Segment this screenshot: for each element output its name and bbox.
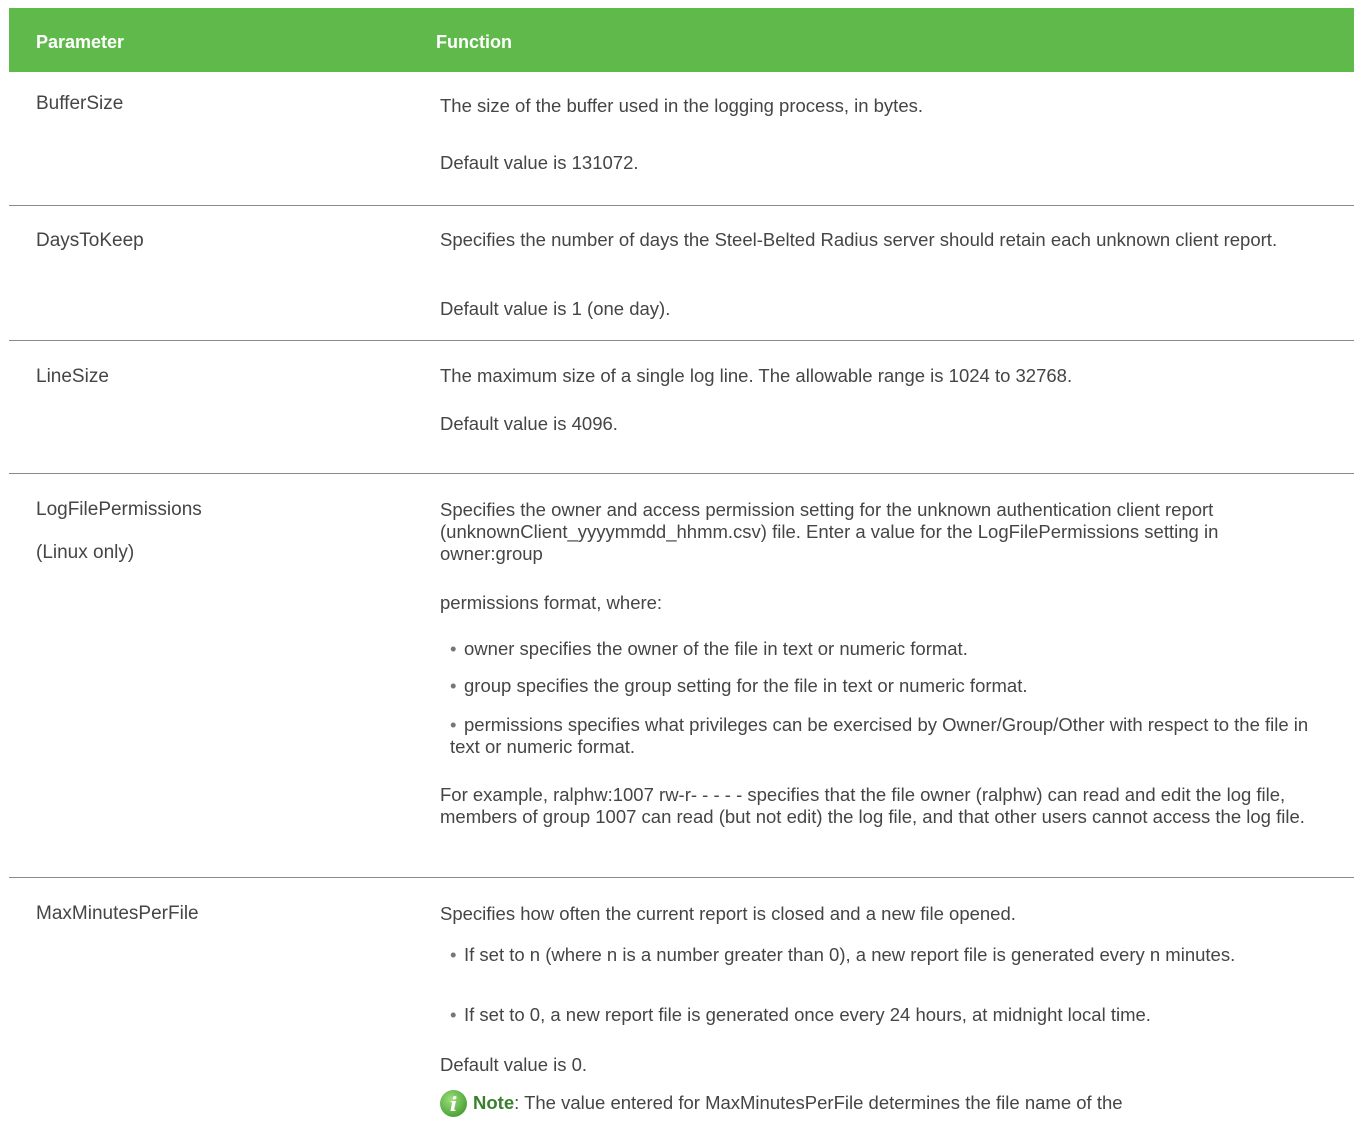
function-text: For example, ralphw:1007 rw-r- - - - - s… bbox=[440, 784, 1305, 827]
function-text: The size of the buffer used in the loggi… bbox=[440, 95, 924, 116]
list-item: • group specifies the group setting for t… bbox=[450, 675, 1028, 696]
bullet-icon: • bbox=[450, 714, 457, 735]
note: i Note: The value entered for MaxMinutesP… bbox=[440, 1090, 1318, 1117]
parameter-name: MaxMinutesPerFile bbox=[36, 903, 199, 924]
function-default: Default value is 4096. bbox=[440, 413, 618, 434]
function-default: Default value is 1 (one day). bbox=[440, 298, 671, 319]
bullet-icon: • bbox=[450, 638, 457, 659]
function-default: Default value is 0. bbox=[440, 1054, 588, 1075]
function-text: Specifies the number of days the Steel-B… bbox=[440, 229, 1278, 250]
info-icon: i bbox=[440, 1090, 467, 1117]
function-default: Default value is 131072. bbox=[440, 152, 639, 173]
table-row: LogFilePermissions (Linux only) Specifie… bbox=[9, 474, 1354, 878]
column-header-parameter: Parameter bbox=[36, 32, 125, 52]
bullet-icon: • bbox=[450, 1004, 457, 1025]
table-row: MaxMinutesPerFile Specifies how often th… bbox=[9, 878, 1354, 1138]
table-row: LineSize The maximum size of a single lo… bbox=[9, 341, 1354, 474]
parameter-name: BufferSize bbox=[36, 93, 124, 114]
column-header-function: Function bbox=[436, 32, 512, 52]
parameter-name: DaysToKeep bbox=[36, 230, 144, 251]
bullet-icon: • bbox=[450, 944, 457, 965]
function-text: Specifies how often the current report i… bbox=[440, 903, 1016, 924]
table-row: DaysToKeep Specifies the number of days … bbox=[9, 206, 1354, 341]
list-item: • permissions specifies what privileges c… bbox=[450, 714, 1309, 757]
note-text: : The value entered for MaxMinutesPerFil… bbox=[514, 1092, 1123, 1113]
parameter-table: Parameter Function BufferSize The size o… bbox=[9, 8, 1354, 1138]
function-text: Specifies the owner and access permissio… bbox=[440, 499, 1219, 564]
list-item: • If set to 0, a new report file is gener… bbox=[450, 1004, 1151, 1025]
list-item: • If set to n (where n is a number greate… bbox=[450, 944, 1236, 965]
parameter-name: LogFilePermissions bbox=[36, 499, 202, 520]
function-text: permissions format, where: bbox=[440, 592, 663, 613]
list-item: • owner specifies the owner of the file i… bbox=[450, 638, 968, 659]
table-row: BufferSize The size of the buffer used i… bbox=[9, 72, 1354, 206]
table-header: Parameter Function bbox=[9, 8, 1354, 72]
bullet-icon: • bbox=[450, 675, 457, 696]
parameter-note: (Linux only) bbox=[36, 542, 135, 563]
note-label: Note bbox=[473, 1092, 515, 1113]
parameter-name: LineSize bbox=[36, 366, 109, 387]
function-text: The maximum size of a single log line. T… bbox=[440, 365, 1073, 386]
